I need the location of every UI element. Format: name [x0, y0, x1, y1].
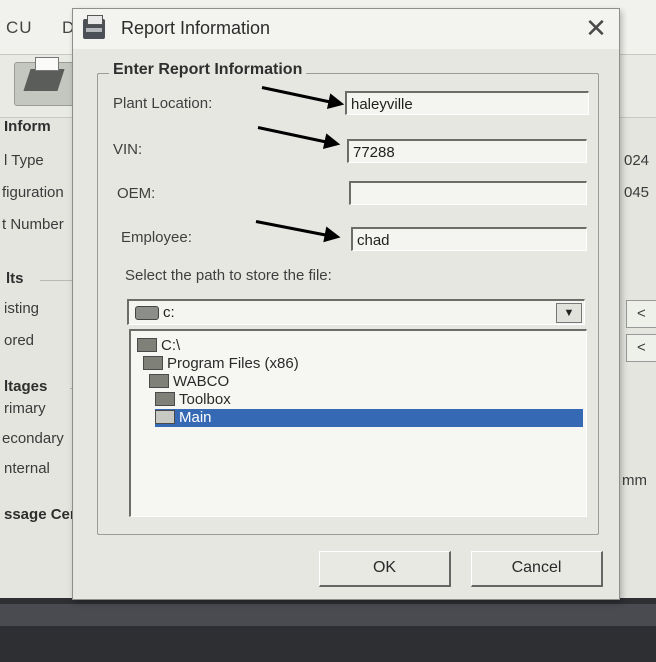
right-side-button-1[interactable]: <: [626, 300, 656, 328]
section-information-label: Inform: [4, 118, 51, 135]
stored-label: ored: [4, 332, 35, 349]
unit-label: mm: [622, 472, 647, 489]
oem-input[interactable]: [349, 181, 587, 205]
results-section-label: lts: [6, 270, 24, 287]
ok-button-label: OK: [372, 559, 397, 576]
testing-label: isting: [4, 300, 40, 317]
dialog-title: Report Information: [121, 18, 271, 38]
right-side-button-2[interactable]: <: [626, 334, 656, 362]
directory-list[interactable]: C:\ Program Files (x86) WABCO Toolbox Ma…: [129, 329, 587, 517]
close-icon: ✕: [585, 13, 607, 43]
menu-item-cu[interactable]: CU: [6, 18, 33, 38]
employee-label: Employee:: [121, 229, 192, 246]
right-button-1-label: <: [637, 305, 646, 322]
chevron-down-icon: ▼: [563, 307, 575, 319]
directory-item-program-files[interactable]: Program Files (x86): [143, 355, 299, 373]
dropdown-button[interactable]: ▼: [556, 303, 582, 323]
drive-select[interactable]: c: ▼: [127, 299, 585, 325]
ok-button[interactable]: OK: [319, 551, 451, 587]
directory-item-root[interactable]: C:\: [137, 337, 180, 355]
group-title: Enter Report Information: [109, 61, 307, 79]
directory-item-label: WABCO: [173, 373, 230, 390]
oem-label: OEM:: [117, 185, 156, 202]
right-value-1: 024: [624, 152, 650, 169]
directory-item-toolbox[interactable]: Toolbox: [155, 391, 231, 409]
message-center-label: ssage Cen: [4, 506, 80, 523]
directory-item-main[interactable]: Main: [155, 409, 583, 427]
folder-open-icon: [137, 338, 157, 353]
folder-open-icon: [155, 410, 175, 425]
employee-input[interactable]: chad: [351, 227, 587, 251]
close-button[interactable]: ✕: [581, 13, 611, 43]
cancel-button-label: Cancel: [511, 559, 562, 576]
folder-open-icon: [149, 374, 169, 389]
plant-location-label: Plant Location:: [113, 95, 213, 112]
directory-item-wabco[interactable]: WABCO: [149, 373, 229, 391]
vin-input[interactable]: 77288: [347, 139, 587, 163]
voltages-section-label: ltages: [4, 378, 48, 395]
folder-open-icon: [155, 392, 175, 407]
vin-label: VIN:: [113, 141, 143, 158]
type-label: l Type: [4, 152, 44, 169]
printer-icon[interactable]: [14, 57, 76, 106]
path-prompt-label: Select the path to store the file:: [125, 267, 332, 284]
drive-icon: [135, 306, 159, 320]
configuration-label: figuration: [2, 184, 64, 201]
directory-item-label: Main: [179, 409, 212, 426]
directory-item-label: Program Files (x86): [167, 355, 299, 372]
right-button-2-label: <: [637, 339, 646, 356]
secondary-label: econdary: [2, 430, 64, 447]
primary-label: rimary: [4, 400, 46, 417]
plant-location-input[interactable]: haleyville: [345, 91, 589, 115]
dialog-titlebar[interactable]: Report Information ✕: [73, 9, 619, 49]
folder-open-icon: [143, 356, 163, 371]
internal-label: nternal: [4, 460, 50, 477]
cancel-button[interactable]: Cancel: [471, 551, 603, 587]
number-label: t Number: [2, 216, 64, 233]
directory-item-label: C:\: [161, 337, 181, 354]
directory-item-label: Toolbox: [179, 391, 231, 408]
printer-icon: [83, 15, 105, 39]
taskbar: [0, 604, 656, 626]
drive-select-value: c:: [163, 304, 175, 321]
right-value-2: 045: [624, 184, 650, 201]
report-information-dialog: Report Information ✕ Enter Report Inform…: [72, 8, 620, 600]
results-group-line: [40, 280, 72, 281]
